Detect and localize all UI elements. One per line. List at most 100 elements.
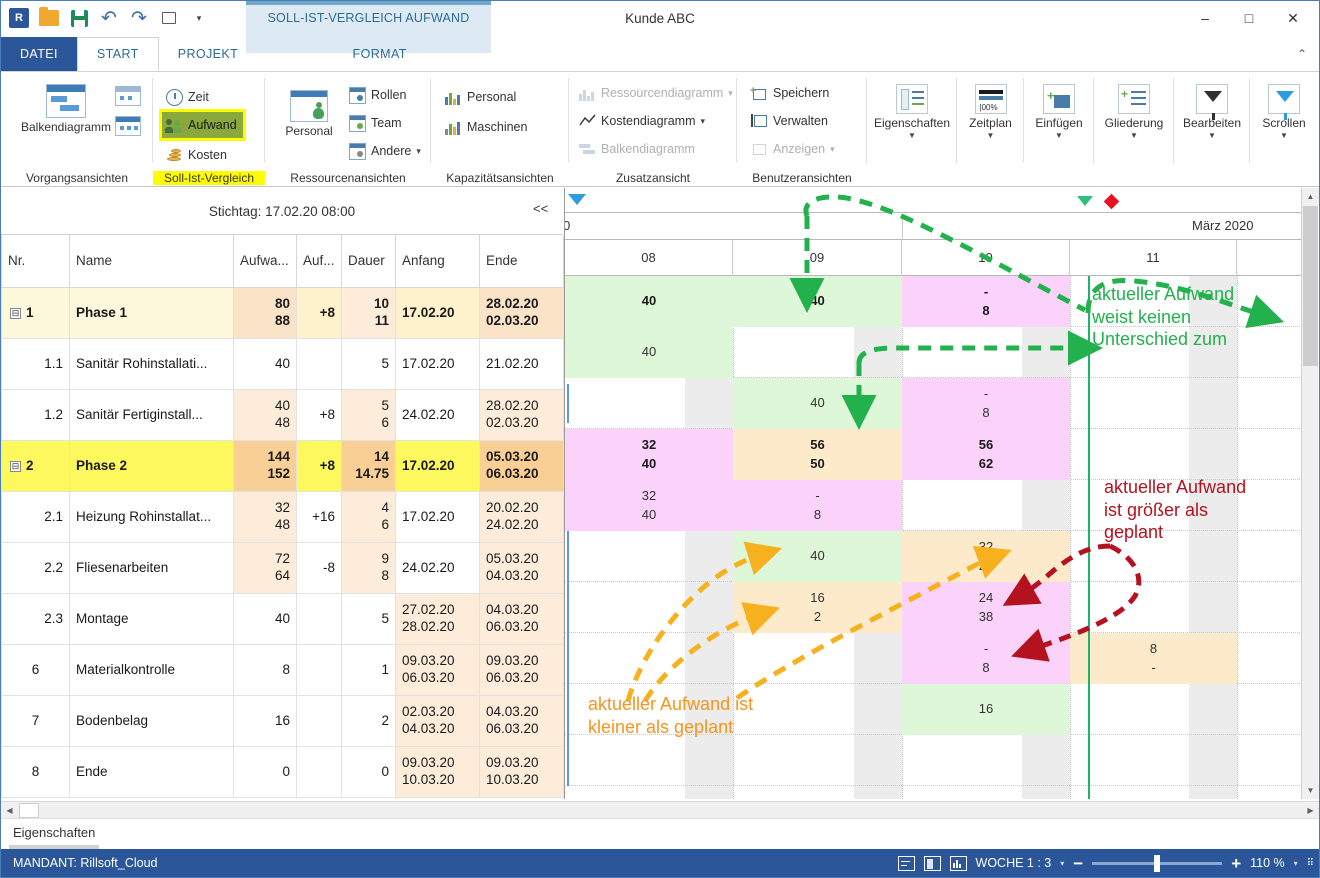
expander-icon[interactable]: ⊟ — [10, 460, 21, 472]
column-header-aufwand[interactable]: Aufwa... — [233, 235, 297, 288]
speichern-view-button[interactable]: + Speichern — [750, 80, 829, 106]
table-row[interactable]: 2.3 Montage 40 5 27.02.20 28.02.20 04.03.… — [1, 592, 564, 645]
horizontal-scrollbar[interactable]: ◀ ▶ — [1, 801, 1319, 818]
zeit-button[interactable]: Zeit — [166, 84, 209, 110]
einfuegen-button[interactable]: + Einfügen ▼ — [1024, 84, 1094, 140]
scroll-left-icon[interactable]: ◀ — [1, 802, 18, 819]
stichtag-marker-icon[interactable] — [1077, 196, 1093, 206]
ribbon-tabs[interactable]: DATEI START PROJEKT FORMAT — [1, 37, 502, 71]
anzeigen-dropdown-icon[interactable]: ▾ — [830, 144, 835, 155]
bottom-tab-bar[interactable]: Eigenschaften — [1, 818, 1319, 849]
zoom-slider-knob[interactable] — [1154, 854, 1161, 872]
table-row[interactable]: 2.2 Fliesenarbeiten 72 64 -8 98 24.02.20 … — [1, 541, 564, 594]
column-header-nr[interactable]: Nr. — [1, 235, 70, 288]
chart-view-icon[interactable] — [949, 855, 967, 871]
scrollen-dropdown-icon[interactable]: ▼ — [1280, 131, 1288, 140]
gliederung-button[interactable]: + Gliederung ▼ — [1094, 84, 1174, 140]
table-row[interactable]: 6 Materialkontrolle 8 1 09.03.20 06.03.20… — [1, 643, 564, 696]
bottom-tab-eigenschaften[interactable]: Eigenschaften — [13, 825, 95, 840]
collapse-ribbon-icon[interactable]: ⌃ — [1297, 47, 1307, 61]
zeitplan-dropdown-icon[interactable]: ▼ — [987, 131, 995, 140]
column-header-dauer[interactable]: Dauer — [341, 235, 396, 288]
week-header-11[interactable]: 11 — [1070, 240, 1237, 276]
table-row[interactable]: 8 Ende 0 0 09.03.20 10.03.20 09.03.20 10.0… — [1, 745, 564, 798]
tab-start[interactable]: START — [76, 37, 159, 71]
view-variant-1-icon[interactable] — [115, 86, 141, 106]
eigenschaften-dropdown-icon[interactable]: ▼ — [908, 131, 916, 140]
table-row[interactable]: ⊟ 1 Phase 1 80 88 +8 10 11 17.02.20 28.02.2… — [1, 286, 564, 339]
balkendiagramm-button[interactable]: Balkendiagramm — [21, 84, 111, 134]
status-right-tools[interactable]: WOCHE 1 : 3 ▾ − + 110 % ▾ ⠿ — [897, 854, 1314, 872]
save-icon[interactable] — [67, 6, 91, 30]
verwalten-view-button[interactable]: Verwalten — [751, 108, 828, 134]
column-header-anfang[interactable]: Anfang — [395, 235, 480, 288]
einfuegen-dropdown-icon[interactable]: ▼ — [1055, 131, 1063, 140]
kapazitaet-maschinen-button[interactable]: Maschinen — [445, 114, 527, 140]
table-row[interactable]: 7 Bodenbelag 16 2 02.03.20 04.03.20 04.03… — [1, 694, 564, 747]
task-table[interactable]: Nr. Name Aufwa... Auf... Dauer Anfang En… — [1, 235, 564, 799]
table-row[interactable]: ⊟ 2 Phase 2 144 152 +8 14 14.75 17.02.20 05… — [1, 439, 564, 492]
aufwand-button[interactable]: Aufwand — [159, 109, 246, 141]
qat-more-icon[interactable]: ▾ — [187, 6, 211, 30]
scrollen-button[interactable]: Scrollen ▼ — [1250, 84, 1318, 140]
redo-icon[interactable]: ↷ — [127, 6, 151, 30]
open-icon[interactable] — [37, 6, 61, 30]
zoom-dropdown-icon[interactable]: ▾ — [1294, 859, 1298, 868]
team-button[interactable]: Team — [349, 110, 402, 136]
table-view-icon[interactable] — [923, 855, 941, 871]
eigenschaften-button[interactable]: Eigenschaften ▼ — [869, 84, 955, 140]
column-header-name[interactable]: Name — [69, 235, 234, 288]
zusatz-balkendiagramm-button[interactable]: Balkendiagramm — [579, 136, 695, 162]
vscroll-thumb[interactable] — [1303, 206, 1318, 366]
column-header-ende[interactable]: Ende — [479, 235, 564, 288]
week-header-08[interactable]: 08 — [565, 240, 733, 276]
zoom-slider[interactable] — [1092, 854, 1223, 872]
zoom-out-button[interactable]: − — [1073, 855, 1083, 872]
vertical-scrollbar[interactable]: ▲ ▼ — [1301, 188, 1319, 799]
close-button[interactable]: ✕ — [1271, 3, 1315, 33]
new-window-icon[interactable] — [157, 6, 181, 30]
resize-grip-icon[interactable]: ⠿ — [1307, 858, 1314, 869]
milestone-marker-icon[interactable] — [1103, 193, 1120, 210]
gliederung-dropdown-icon[interactable]: ▼ — [1130, 131, 1138, 140]
andere-dropdown-icon[interactable]: ▾ — [416, 146, 421, 157]
table-row[interactable]: 2.1 Heizung Rohinstallat... 32 48 +16 46 … — [1, 490, 564, 543]
hscroll-thumb[interactable] — [19, 803, 39, 818]
kosten-button[interactable]: Kosten — [166, 142, 227, 168]
table-row[interactable]: 1.2 Sanitär Fertiginstall... 40 48 +8 56 … — [1, 388, 564, 441]
gantt-chart[interactable]: 0 März 2020 08 09 10 11 40 — [564, 188, 1301, 799]
week-header-09[interactable]: 09 — [733, 240, 902, 276]
view-split-icon[interactable] — [897, 855, 915, 871]
table-row[interactable]: 1.1 Sanitär Rohinstallati... 40 5 17.02.… — [1, 337, 564, 390]
window-controls[interactable]: – □ ✕ — [1183, 3, 1315, 33]
zeitplan-button[interactable]: |00% Zeitplan ▼ — [957, 84, 1024, 140]
ressourcendiagramm-button[interactable]: Ressourcendiagramm ▾ — [579, 80, 733, 106]
zoom-in-button[interactable]: + — [1231, 855, 1241, 872]
tab-format[interactable]: FORMAT — [257, 37, 502, 71]
scroll-up-icon[interactable]: ▲ — [1302, 188, 1319, 205]
anzeigen-view-button[interactable]: Anzeigen ▾ — [751, 136, 835, 162]
scroll-down-icon[interactable]: ▼ — [1302, 782, 1319, 799]
tab-datei[interactable]: DATEI — [1, 37, 77, 71]
column-header-aufwand-diff[interactable]: Auf... — [296, 235, 342, 288]
kostendiagramm-dropdown-icon[interactable]: ▾ — [701, 116, 706, 127]
personal-view-button[interactable]: Personal — [273, 90, 345, 138]
ressourcendiagramm-dropdown-icon[interactable]: ▾ — [728, 88, 733, 99]
undo-icon[interactable]: ↶ — [97, 6, 121, 30]
minimize-button[interactable]: – — [1183, 3, 1227, 33]
quick-access-toolbar[interactable]: R ↶ ↷ ▾ — [7, 6, 211, 30]
collapse-table-button[interactable]: << — [533, 201, 548, 216]
timescale-dropdown-icon[interactable]: ▾ — [1060, 859, 1064, 868]
start-marker-icon[interactable] — [568, 194, 586, 205]
timescale-label[interactable]: WOCHE 1 : 3 — [976, 856, 1052, 870]
maximize-button[interactable]: □ — [1227, 3, 1271, 33]
tab-projekt[interactable]: PROJEKT — [159, 37, 257, 71]
expander-icon[interactable]: ⊟ — [10, 307, 21, 319]
bearbeiten-dropdown-icon[interactable]: ▼ — [1208, 131, 1216, 140]
andere-button[interactable]: Andere ▾ — [349, 138, 421, 164]
rollen-button[interactable]: Rollen — [349, 82, 406, 108]
kapazitaet-personal-button[interactable]: Personal — [445, 84, 516, 110]
bearbeiten-button[interactable]: Bearbeiten ▼ — [1174, 84, 1250, 140]
week-header-10[interactable]: 10 — [902, 240, 1070, 276]
kostendiagramm-button[interactable]: Kostendiagramm ▾ — [579, 108, 705, 134]
